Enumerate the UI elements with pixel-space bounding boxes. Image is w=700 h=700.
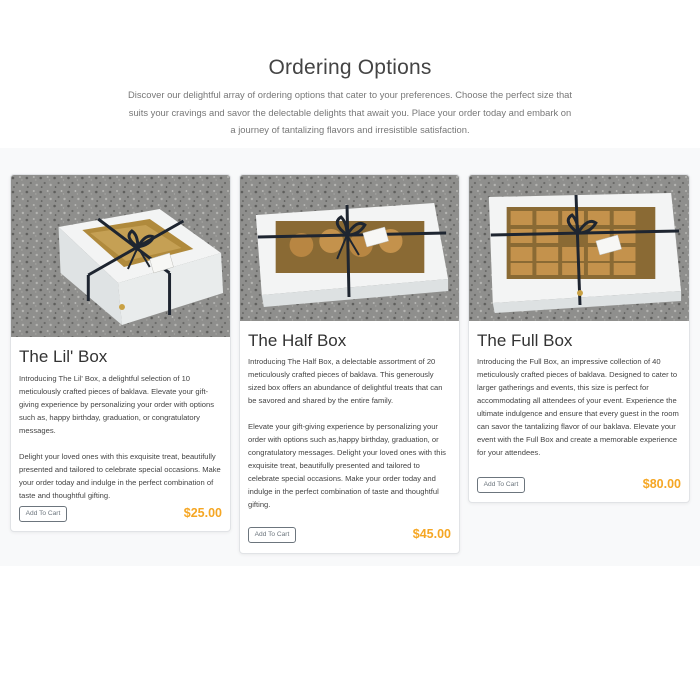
product-description: Introducing The Half Box, a delectable a… [248, 355, 451, 524]
product-description-paragraph: Introducing the Full Box, an impressive … [477, 357, 679, 457]
product-card-half-box: The Half Box Introducing The Half Box, a… [239, 174, 460, 554]
add-to-cart-button[interactable]: Add To Cart [477, 477, 525, 493]
product-title: The Half Box [248, 331, 347, 350]
product-description-paragraph: Introducing The Half Box, a delectable a… [248, 357, 443, 405]
product-card-lil-box: The Lil' Box Introducing The Lil' Box, a… [10, 174, 231, 532]
product-price: $25.00 [183, 506, 222, 520]
product-image-half-box [240, 175, 459, 321]
product-card-full-box: The Full Box Introducing the Full Box, a… [468, 174, 690, 503]
add-to-cart-button[interactable]: Add To Cart [248, 527, 296, 543]
add-to-cart-button[interactable]: Add To Cart [19, 506, 67, 522]
product-price: $80.00 [642, 477, 681, 491]
page-subtitle: Discover our delightful array of orderin… [128, 89, 572, 135]
product-description: Introducing the Full Box, an impressive … [477, 355, 681, 472]
product-price: $45.00 [412, 527, 451, 541]
product-image-full-box [469, 175, 689, 321]
ordering-options-header: Ordering Options Discover our delightful… [0, 0, 700, 148]
product-description-paragraph: Delight your loved ones with this exquis… [19, 452, 221, 500]
product-title: The Full Box [477, 331, 573, 350]
product-title: The Lil' Box [19, 347, 108, 366]
product-description-paragraph: Introducing The Lil' Box, a delightful s… [19, 374, 215, 435]
product-image-lil-box [11, 175, 230, 337]
product-description-paragraph: Elevate your gift-giving experience by p… [248, 422, 446, 509]
product-description: Introducing The Lil' Box, a delightful s… [19, 372, 222, 515]
page-title: Ordering Options [268, 56, 432, 79]
